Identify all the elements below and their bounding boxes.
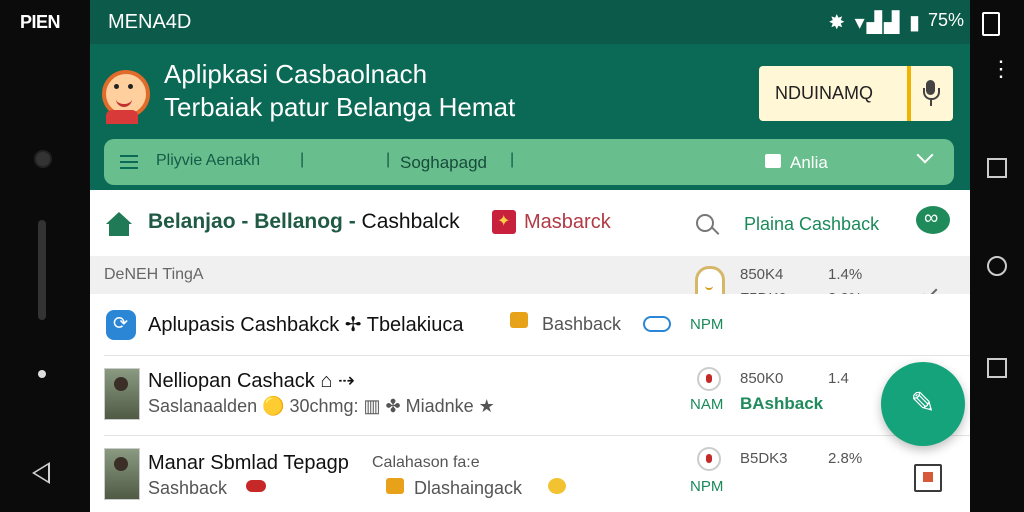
status-ring-icon: [697, 367, 721, 391]
user-photo: [104, 448, 140, 500]
stat-b: 1.4%: [828, 266, 863, 283]
link-icon: [643, 316, 671, 332]
item-extra: Bashback: [542, 314, 622, 334]
app-title: MENA4D: [108, 11, 192, 33]
filter-bar[interactable]: Pliyvie Aenakh | | Soghapagd | Anlia: [104, 139, 954, 185]
item-extra: Dlashaingack: [414, 478, 523, 498]
promo-code: NDUINAMQ: [775, 83, 873, 103]
left-system-rail: PIEN: [0, 0, 90, 512]
hero-title-line1: Aplipkasi Casbaolnach: [164, 59, 428, 89]
tag-icon: [765, 154, 781, 168]
item-code: NPM: [690, 316, 724, 333]
breadcrumb-current: Cashbalck: [361, 210, 460, 233]
rail-brand: PIEN: [20, 12, 61, 32]
filter-label-1[interactable]: Pliyvie Aenakh: [156, 152, 260, 170]
item-subtitle: Sashback: [148, 478, 228, 498]
item-stat-2: 2.8%: [828, 450, 863, 467]
list-item[interactable]: Manar Sbmlad Tepagp Calahason fa:e Sashb…: [90, 436, 970, 512]
chat-icon[interactable]: [916, 206, 950, 234]
list-item[interactable]: Nelliopan Cashack ⌂ ⇢ Saslanaalden 🟡 30c…: [90, 356, 970, 436]
house-icon[interactable]: [106, 212, 132, 236]
plaina-cashback-link[interactable]: Plaina Cashback: [744, 214, 879, 235]
item-meta: Calahason fa:e: [372, 454, 480, 471]
category-toolbar: Belanjao - Bellanog - Cashbalck Masbarck…: [90, 190, 970, 256]
lips-icon: [246, 480, 266, 492]
floating-action-button[interactable]: ✎: [881, 362, 965, 446]
overflow-menu-icon[interactable]: ⋮: [990, 58, 1012, 80]
filter-label-2[interactable]: Soghapagd: [400, 153, 487, 173]
item-title: Manar Sbmlad Tepagp: [148, 452, 349, 474]
item-subtitle: Saslanaalden 🟡 30chmg: ▥ ✤ Miadnke ★: [148, 396, 495, 416]
item-cashback: BAshback: [740, 394, 824, 413]
masback-label[interactable]: Masbarck: [524, 211, 611, 234]
star-badge-icon: [492, 210, 516, 234]
battery-text: 75%: [927, 10, 964, 30]
status-bar: MENA4D ✸ ▾▟▟ ▮ 75%: [90, 0, 970, 44]
item-stat-2: 1.4: [828, 370, 849, 387]
item-title: Aplupasis Cashbakck ✢ Tbelakiuca: [148, 314, 464, 336]
app-window: MENA4D ✸ ▾▟▟ ▮ 75% Aplipkasi Casbaolnach…: [90, 0, 970, 512]
filter-divider: |: [510, 151, 515, 168]
stat-a: 850K4: [740, 266, 784, 283]
chevron-down-icon[interactable]: [916, 146, 934, 164]
item-stat-1: B5DK3: [740, 450, 788, 467]
filter-divider: |: [300, 151, 305, 168]
back-icon[interactable]: [32, 462, 50, 484]
square-nav-icon[interactable]: [987, 358, 1007, 378]
list-icon[interactable]: [120, 155, 138, 169]
mic-icon[interactable]: [919, 80, 943, 106]
app-icon: [106, 310, 136, 340]
promo-code-field[interactable]: NDUINAMQ: [759, 66, 953, 121]
item-stat-1: 850K0: [740, 370, 784, 387]
item-code: NPM: [690, 478, 724, 495]
list-item[interactable]: Aplupasis Cashbakck ✢ Tbelakiuca Bashbac…: [90, 294, 970, 356]
checkbox-icon[interactable]: [914, 464, 942, 492]
recent-apps-icon[interactable]: [987, 158, 1007, 178]
breadcrumb[interactable]: Belanjao - Bellanog - Cashbalck: [148, 210, 460, 234]
filter-divider: |: [386, 151, 391, 168]
battery-icon: [982, 12, 1000, 36]
box-icon: [386, 478, 404, 494]
item-title: Nelliopan Cashack ⌂ ⇢: [148, 370, 355, 392]
volume-slider[interactable]: [38, 220, 46, 320]
sun-icon: [548, 478, 566, 494]
camera-dot: [34, 150, 52, 168]
search-icon[interactable]: [696, 214, 714, 232]
mascot-avatar: [94, 58, 150, 124]
section-label: DeNEH TingA: [104, 266, 204, 283]
home-nav-icon[interactable]: [987, 256, 1007, 276]
indicator-dot: [38, 370, 46, 378]
filter-label-3[interactable]: Anlia: [790, 153, 828, 173]
user-photo: [104, 368, 140, 420]
tag-edit-icon: ✎: [910, 387, 936, 420]
right-system-rail: ⋮: [970, 0, 1024, 512]
item-code: NAM: [690, 396, 724, 413]
promo-separator: [907, 66, 911, 121]
gift-icon: [510, 312, 528, 328]
breadcrumb-main: Belanjao - Bellanog -: [148, 210, 356, 233]
status-ring-icon: [697, 447, 721, 471]
hero-header: Aplipkasi Casbaolnach Terbaiak patur Bel…: [90, 44, 970, 190]
status-icons: ✸ ▾▟▟ ▮: [828, 12, 922, 34]
hero-title-line2: Terbaiak patur Belanga Hemat: [164, 92, 516, 122]
